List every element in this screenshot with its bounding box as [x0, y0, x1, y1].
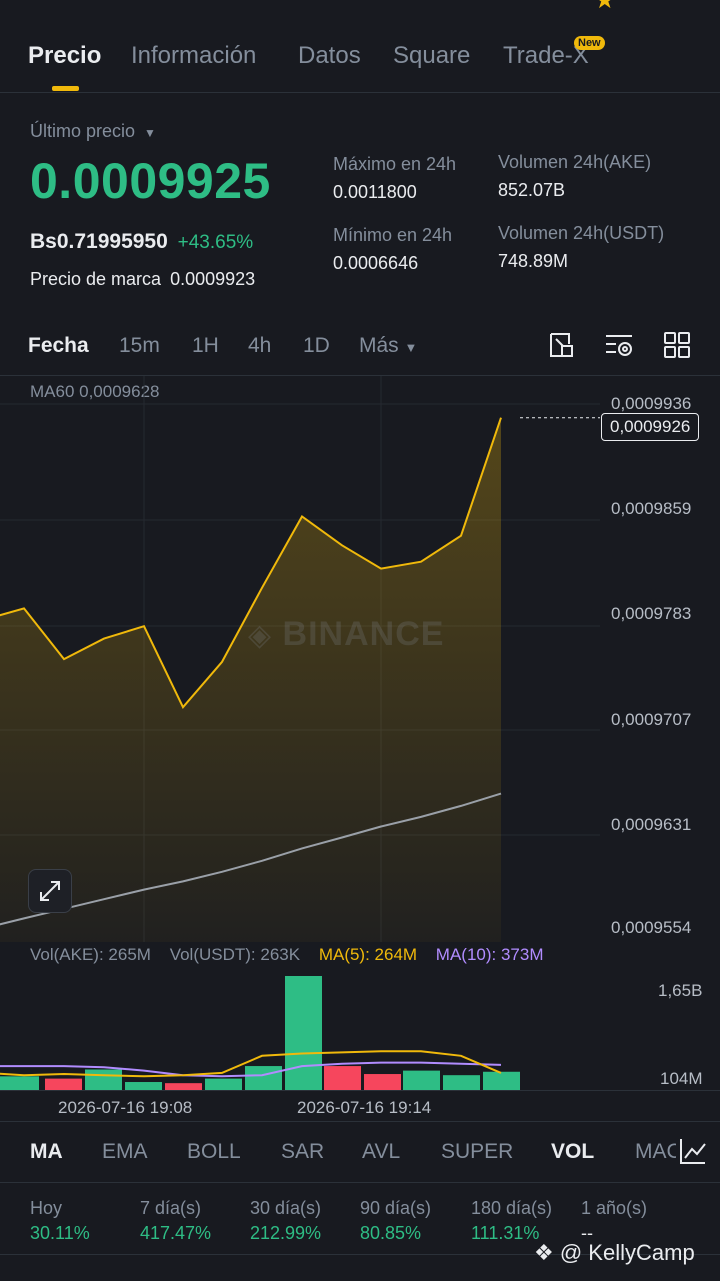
interval-more-label: Más: [359, 334, 399, 357]
volume-bar: [45, 1078, 82, 1090]
tab-informacion[interactable]: Información: [131, 42, 256, 70]
volume-quote-value: 748.89M: [498, 251, 569, 271]
interval-1d[interactable]: 1D: [303, 334, 330, 358]
low-24h-label: Mínimo en 24h: [333, 225, 453, 245]
indicator-ema[interactable]: EMA: [102, 1140, 148, 1164]
mark-price-row: Precio de marca 0.0009923: [30, 269, 255, 290]
active-tab-indicator: [52, 86, 79, 91]
indicator-boll[interactable]: BOLL: [187, 1140, 241, 1164]
volume-bar: [324, 1066, 361, 1090]
price-axis-tick: 0,0009783: [611, 604, 692, 623]
interval-1h[interactable]: 1H: [192, 334, 219, 358]
top-tab-bar: ★ Precio Información Datos Square Trade-…: [0, 0, 720, 93]
volume-bar: [285, 976, 322, 1090]
interval-15m[interactable]: 15m: [119, 334, 160, 358]
low-24h-value: 0.0006646: [333, 253, 419, 273]
volume-quote-legend: Vol(USDT): 263K: [169, 945, 301, 964]
volume-bar: [483, 1071, 520, 1090]
last-price-dropdown[interactable]: Último precio ▼: [30, 121, 156, 142]
caret-down-icon: ▼: [404, 340, 418, 355]
indicator-ma[interactable]: MA: [30, 1140, 63, 1164]
volume-quote-label: Volumen 24h(USDT): [498, 223, 665, 243]
time-label-1: 2026-07-16 19:08: [58, 1098, 193, 1117]
performance-period-value: 417.47%: [140, 1223, 212, 1243]
new-badge: New: [574, 36, 605, 50]
caret-down-icon: ▼: [144, 126, 156, 140]
time-label-2: 2026-07-16 19:14: [297, 1098, 432, 1117]
performance-period-label: Hoy: [30, 1198, 63, 1218]
favorite-star-icon[interactable]: ★: [594, 0, 616, 15]
tab-square[interactable]: Square: [393, 42, 470, 70]
performance-period-label: 30 día(s): [250, 1198, 322, 1218]
performance-period-label: 1 año(s): [581, 1198, 648, 1218]
performance-period-label: 90 día(s): [360, 1198, 432, 1218]
price-chart[interactable]: [0, 376, 720, 942]
mark-price-value: 0.0009923: [170, 269, 256, 289]
performance-period-value: 30.11%: [30, 1223, 90, 1243]
volume-bar: [0, 1076, 39, 1090]
indicator-chart-button[interactable]: [676, 1134, 710, 1168]
volume-bar: [165, 1083, 202, 1090]
indicator-avl[interactable]: AVL: [362, 1140, 400, 1164]
fiat-price: Bs0.71995950: [30, 230, 168, 253]
last-price-value: 0.0009925: [30, 153, 271, 209]
performance-period-value: 212.99%: [250, 1223, 322, 1243]
layout-grid-icon[interactable]: [662, 330, 692, 360]
binance-watermark: ◈ BINANCE: [248, 615, 444, 654]
mark-price-label: Precio de marca: [30, 269, 162, 289]
volume-axis-min: 104M: [660, 1069, 703, 1088]
volume-base-value: 852.07B: [498, 180, 566, 200]
volume-bar: [364, 1074, 401, 1090]
interval-more[interactable]: Más ▼: [359, 334, 417, 358]
chart-settings-icon[interactable]: [547, 330, 577, 360]
volume-bar: [403, 1070, 440, 1090]
indicator-macd[interactable]: MACD: [635, 1140, 679, 1164]
line-chart-icon: [680, 1139, 706, 1164]
binance-logo-icon: ◈: [248, 619, 273, 652]
volume-bar: [125, 1082, 162, 1090]
volume-legend: Vol(AKE): 265M Vol(USDT): 263K MA(5): 26…: [30, 945, 544, 965]
ma5-legend: MA(5): 264M: [318, 945, 418, 964]
user-watermark-text: @ KellyCamp: [559, 1240, 695, 1265]
performance-period-value: 80.85%: [360, 1223, 422, 1243]
volume-base-legend: Vol(AKE): 265M: [30, 945, 151, 964]
high-24h-value: 0.0011800: [333, 182, 417, 202]
tab-datos[interactable]: Datos: [298, 42, 361, 70]
indicator-divider: [0, 1121, 720, 1122]
price-axis-tick: 0,0009936: [611, 394, 692, 413]
interval-fecha[interactable]: Fecha: [28, 334, 89, 358]
volume-bar: [443, 1075, 480, 1090]
price-axis-tick: 0,0009554: [611, 918, 692, 937]
ma10-legend: MA(10): 373M: [435, 945, 544, 964]
price-axis-tick: 0,0009707: [611, 710, 692, 729]
indicator-settings-icon[interactable]: [604, 330, 634, 360]
tab-precio[interactable]: Precio: [28, 42, 101, 70]
price-axis-tick: 0,0009859: [611, 499, 692, 518]
fullscreen-button[interactable]: [28, 869, 72, 913]
current-price-tag: 0,0009926: [601, 413, 700, 441]
binance-square-icon: ❖: [534, 1240, 554, 1265]
expand-icon: [40, 881, 60, 901]
fiat-price-row: Bs0.71995950 +43.65%: [30, 230, 253, 254]
interval-4h[interactable]: 4h: [248, 334, 271, 358]
volume-bar: [245, 1066, 282, 1090]
volume-axis-max: 1,65B: [658, 981, 703, 1000]
indicator-super[interactable]: SUPER: [441, 1140, 513, 1164]
performance-divider: [0, 1182, 720, 1183]
user-watermark: ❖ @ KellyCamp: [534, 1240, 695, 1266]
performance-period-label: 180 día(s): [471, 1198, 553, 1218]
watermark-text: BINANCE: [282, 615, 445, 653]
volume-base-label: Volumen 24h(AKE): [498, 152, 652, 172]
indicator-vol[interactable]: VOL: [551, 1140, 594, 1164]
high-24h-label: Máximo en 24h: [333, 154, 457, 174]
price-axis-tick: 0,0009631: [611, 815, 692, 834]
price-change-percent: +43.65%: [177, 232, 254, 253]
indicator-sar[interactable]: SAR: [281, 1140, 324, 1164]
volume-bar: [85, 1069, 122, 1090]
performance-period-label: 7 día(s): [140, 1198, 202, 1218]
volume-bar: [205, 1078, 242, 1090]
volume-chart[interactable]: [0, 970, 720, 1091]
last-price-label: Último precio: [30, 121, 136, 141]
performance-period-value: 111.31%: [471, 1223, 540, 1243]
